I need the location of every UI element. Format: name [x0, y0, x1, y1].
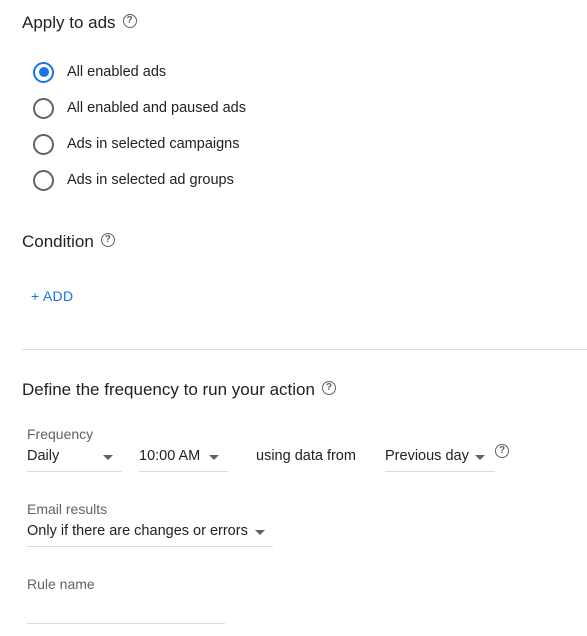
rule-name-label: Rule name [27, 576, 95, 592]
apply-to-ads-heading: Apply to ads? [22, 13, 137, 33]
help-icon[interactable]: ? [321, 381, 336, 395]
section-divider [22, 349, 587, 350]
radio-button[interactable] [33, 133, 54, 155]
add-condition-button[interactable]: + ADD [31, 288, 73, 304]
help-icon[interactable]: ? [122, 14, 137, 28]
email-results-select[interactable]: Only if there are changes or errors [27, 521, 273, 547]
radio-ads-in-selected-campaigns[interactable]: Ads in selected campaigns [33, 132, 240, 156]
radio-button[interactable] [33, 97, 54, 119]
email-results-label: Email results [27, 501, 108, 517]
rule-name-input[interactable] [27, 598, 225, 624]
radio-label: Ads in selected ad groups [67, 172, 234, 188]
radio-label: All enabled and paused ads [67, 100, 246, 116]
radio-all-enabled-and-paused-ads[interactable]: All enabled and paused ads [33, 96, 246, 120]
condition-heading: Condition? [22, 232, 115, 252]
time-value: 10:00 AM [139, 448, 201, 464]
frequency-heading: Define the frequency to run your action? [22, 380, 336, 400]
dropdown-arrow-icon [475, 455, 485, 460]
frequency-select[interactable]: Daily [27, 446, 122, 472]
using-data-from-text: using data from [256, 448, 356, 464]
radio-all-enabled-ads[interactable]: All enabled ads [33, 60, 166, 84]
radio-button[interactable] [33, 169, 54, 191]
radio-label: All enabled ads [67, 64, 167, 80]
help-icon[interactable]: ? [495, 444, 509, 458]
dropdown-arrow-icon [209, 455, 219, 460]
frequency-value: Daily [27, 448, 60, 464]
data-range-select[interactable]: Previous day [385, 446, 495, 472]
frequency-label: Frequency [27, 426, 94, 442]
time-select[interactable]: 10:00 AM [139, 446, 228, 472]
radio-ads-in-selected-ad-groups[interactable]: Ads in selected ad groups [33, 168, 234, 192]
condition-title: Condition [22, 232, 94, 251]
radio-button-checked[interactable] [33, 61, 54, 83]
radio-label: Ads in selected campaigns [67, 136, 240, 152]
apply-to-ads-title: Apply to ads [22, 13, 116, 32]
email-results-value: Only if there are changes or errors [27, 523, 248, 539]
frequency-title: Define the frequency to run your action [22, 380, 315, 399]
data-range-value: Previous day [385, 448, 469, 464]
help-icon[interactable]: ? [100, 233, 115, 247]
dropdown-arrow-icon [103, 455, 113, 460]
dropdown-arrow-icon [255, 530, 265, 535]
